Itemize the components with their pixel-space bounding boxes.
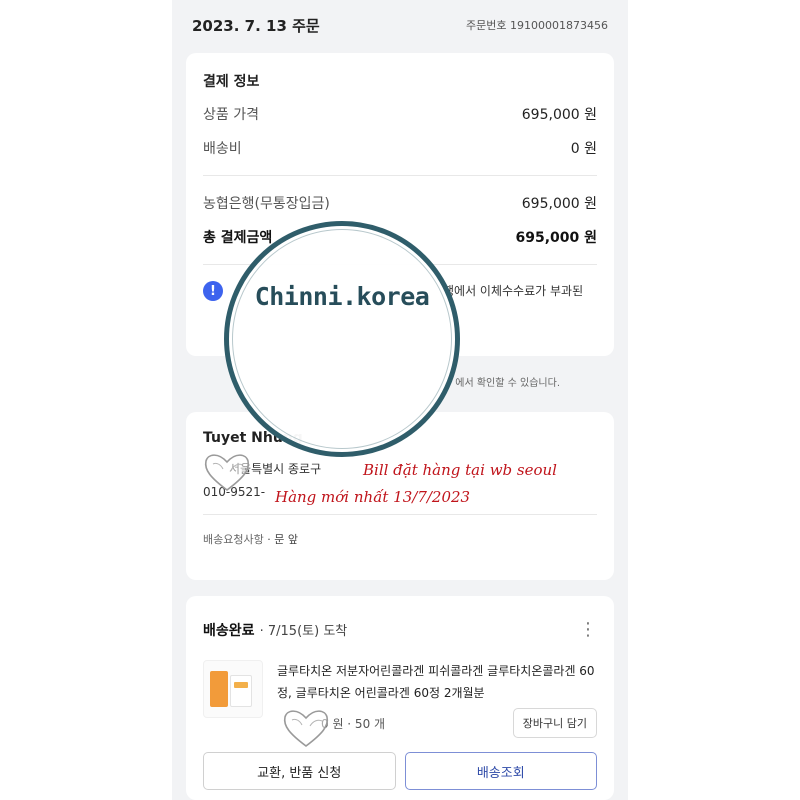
shipping-fee-value: 0 원 xyxy=(570,141,597,157)
action-buttons: 교환, 반품 신청 배송조회 xyxy=(203,752,597,790)
product-name[interactable]: 글루타치온 저분자어린콜라겐 피쉬콜라겐 글루타치온콜라겐 60정, 글루타치온… xyxy=(277,660,597,704)
divider xyxy=(203,514,597,515)
product-item[interactable]: 글루타치온 저분자어린콜라겐 피쉬콜라겐 글루타치온콜라겐 60정, 글루타치온… xyxy=(203,644,597,738)
price-value: 695,000 원 xyxy=(521,107,597,123)
payment-method-value: 695,000 원 xyxy=(521,196,597,212)
handwritten-note-2: Hàng mới nhất 13/7/2023 xyxy=(275,488,471,506)
price-label: 상품 가격 xyxy=(203,107,259,123)
product-thumbnail[interactable] xyxy=(203,660,263,718)
order-header: 2023. 7. 13 주문 주문번호 19100001873456 xyxy=(172,0,628,50)
track-shipment-button[interactable]: 배송조회 xyxy=(404,752,597,790)
product-box-white xyxy=(230,675,252,707)
order-date: 2023. 7. 13 주문 xyxy=(192,16,320,35)
heart-outline-icon xyxy=(283,710,329,748)
add-to-cart-button[interactable]: 장바구니 담기 xyxy=(512,708,597,738)
shipping-fee-label: 배송비 xyxy=(203,141,242,157)
watermark-seal xyxy=(224,221,460,457)
heart-outline-icon xyxy=(204,454,250,492)
delivery-request-label: 배송요청사항 xyxy=(203,533,264,546)
payment-title: 결제 정보 xyxy=(203,74,260,90)
arrival-date: · 7/15(토) 도착 xyxy=(259,624,348,639)
total-value: 695,000 원 xyxy=(515,230,597,246)
order-number: 주문번호 19100001873456 xyxy=(466,19,608,32)
shipping-card: 배송완료 · 7/15(토) 도착 ⋮ 글루타치온 저분자어린콜라겐 피쉬콜라겐… xyxy=(186,596,614,800)
shipping-status: 배송완료 xyxy=(203,623,255,639)
shipping-status-line: 배송완료 · 7/15(토) 도착 xyxy=(203,620,347,640)
payment-method-row: 농협은행(무통장입금) 695,000 원 xyxy=(203,186,597,220)
price-row: 상품 가격 695,000 원 xyxy=(203,97,597,131)
shipping-fee-row: 배송비 0 원 xyxy=(203,131,597,165)
payment-method-label: 농협은행(무통장입금) xyxy=(203,196,330,212)
total-label: 총 결제금액 xyxy=(203,230,273,246)
divider xyxy=(203,175,597,176)
shipping-header: 배송완료 · 7/15(토) 도착 ⋮ xyxy=(203,596,597,644)
info-icon: ! xyxy=(203,281,223,301)
exchange-return-button[interactable]: 교환, 반품 신청 xyxy=(203,752,396,790)
more-vertical-icon[interactable]: ⋮ xyxy=(579,621,597,639)
watermark-text: Chinni.korea xyxy=(254,282,430,311)
product-box-orange xyxy=(210,671,228,707)
delivery-request: 배송요청사항 · 문 앞 xyxy=(203,531,597,547)
delivery-request-value: · 문 앞 xyxy=(267,533,298,546)
handwritten-note-1: Bill đặt hàng tại wb seoul xyxy=(363,461,557,479)
